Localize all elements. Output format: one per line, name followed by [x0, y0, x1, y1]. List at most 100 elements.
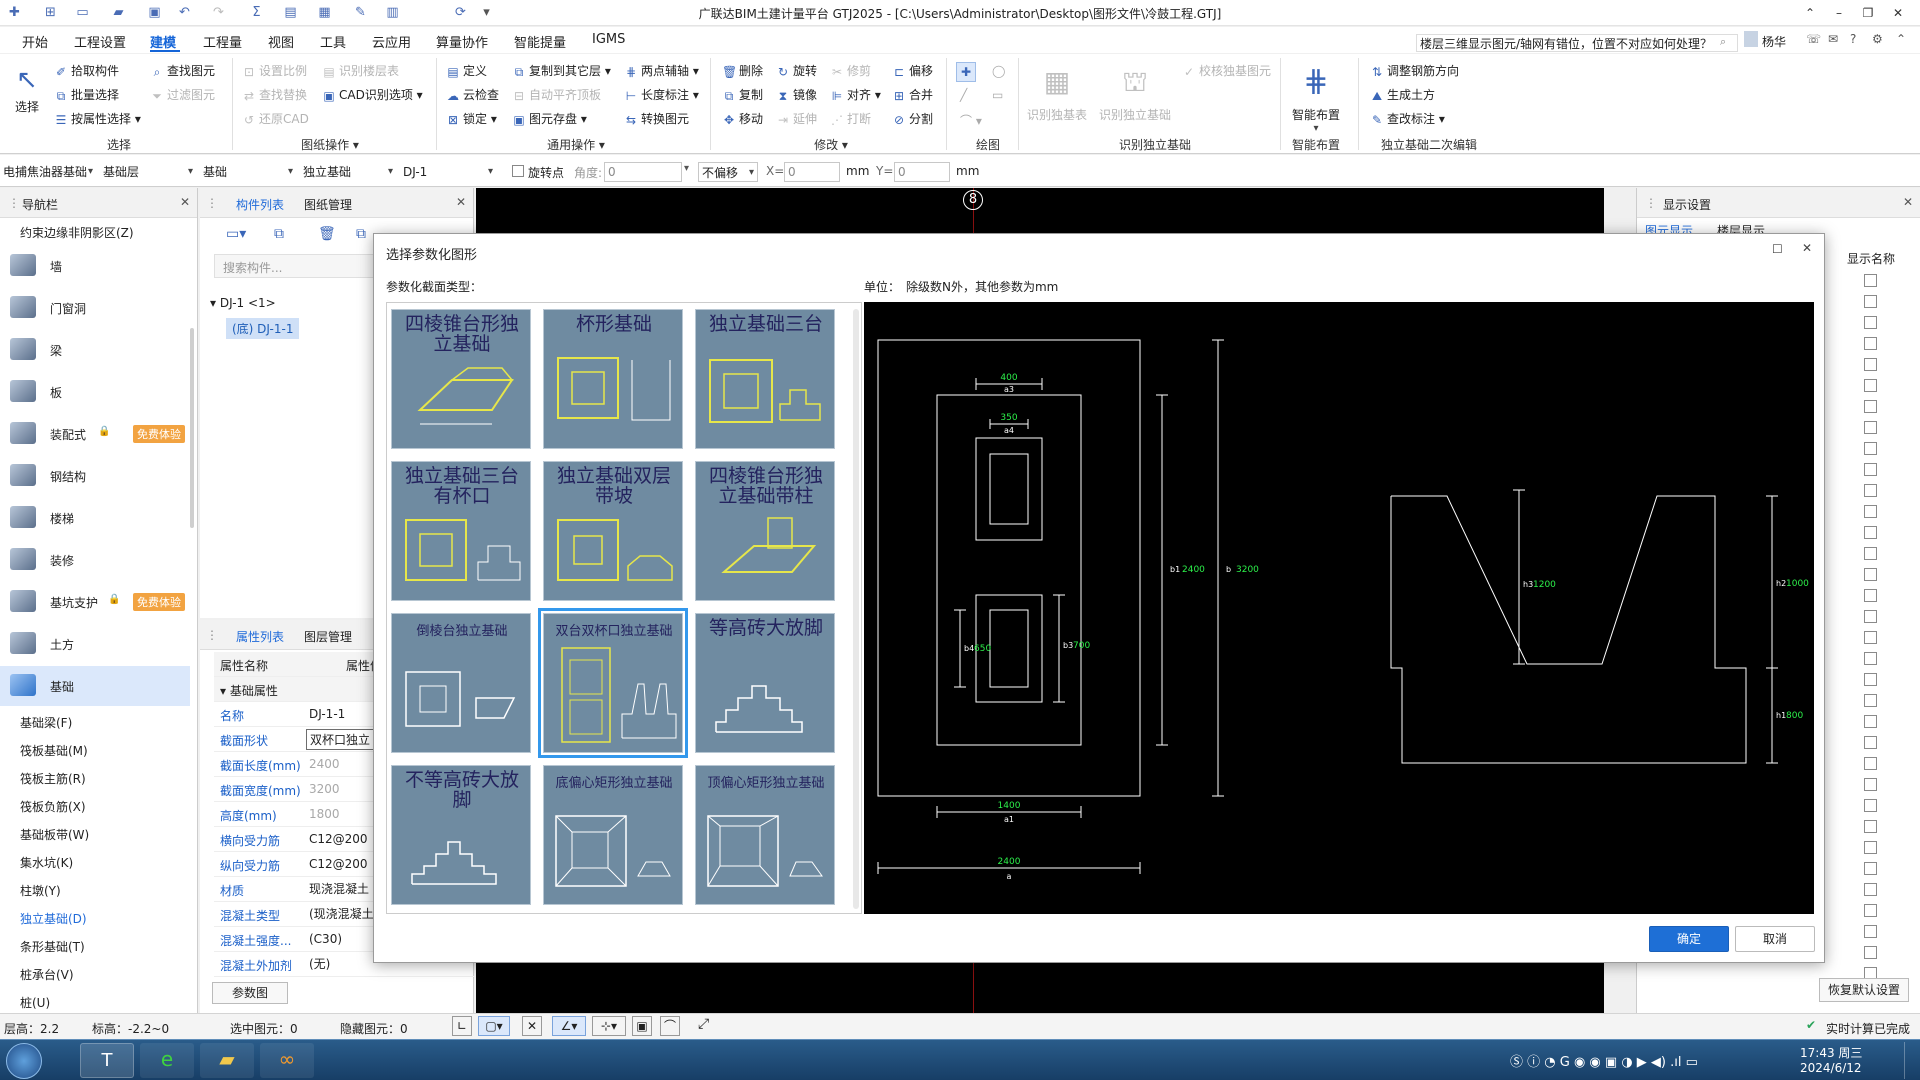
prop-value[interactable]: C12@200 [306, 854, 378, 875]
nav-category-earthwork[interactable]: 土方 [0, 624, 190, 664]
nav-category-steel[interactable]: 钢结构 [0, 456, 190, 496]
drag-handle-icon[interactable]: ⋮ [206, 628, 218, 642]
prop-value[interactable]: 1800 [306, 804, 378, 825]
prop-value[interactable]: C12@200 [306, 829, 378, 850]
trim-button[interactable]: ✂ 修剪 [830, 62, 871, 80]
component-select[interactable]: DJ-1 [400, 162, 496, 182]
display-checkbox[interactable] [1864, 862, 1877, 875]
display-checkbox[interactable] [1864, 652, 1877, 665]
category-select[interactable]: 基础 [200, 162, 296, 182]
display-checkbox[interactable] [1864, 400, 1877, 413]
customize-icon[interactable]: ▾ [478, 4, 495, 21]
arc-draw-icon[interactable]: ⌒ ▾ [960, 112, 982, 129]
subitem-strip-footing[interactable]: 条形基础(T) [20, 938, 85, 955]
convert-element-button[interactable]: ⇆ 转换图元 [624, 110, 689, 128]
arc-snap-icon[interactable]: ⌒ [660, 1016, 680, 1036]
save-icon[interactable]: ▣ [146, 4, 163, 21]
drag-handle-icon[interactable]: ⋮ [206, 196, 218, 210]
tab-collab[interactable]: 算量协作 [436, 32, 488, 51]
adjust-rebar-button[interactable]: ⇅ 调整钢筋方向 [1370, 62, 1459, 80]
object-snap-icon[interactable]: ▣ [632, 1016, 652, 1036]
help-search-input[interactable]: 楼层三维显示图元/轴网有错位，位置不对应如何处理？ [1416, 34, 1738, 52]
ortho-icon[interactable]: ∟ [452, 1016, 472, 1036]
circle-draw-icon[interactable]: ◯ [992, 64, 1005, 78]
gallery-scrollbar[interactable] [853, 309, 859, 909]
free-trial-badge[interactable]: 免费体验 [133, 425, 185, 443]
expand-icon[interactable]: ⤢ [698, 1016, 709, 1032]
prop-value[interactable]: (现浇混凝土) [306, 904, 378, 925]
maximize-icon[interactable]: ☐ [1772, 242, 1783, 256]
align-button[interactable]: ⊫ 对齐 ▾ [830, 86, 881, 104]
taskbar-folder-icon[interactable]: ▰ [200, 1043, 254, 1078]
phone-icon[interactable]: ☏ [1806, 32, 1821, 46]
shape-thumb-frustum-column[interactable]: 四棱锥台形独立基础带柱 [695, 461, 835, 601]
recognize-table-button[interactable]: ▦ 识别独基表 [1022, 58, 1092, 123]
select-by-attr-button[interactable]: ☰ 按属性选择 ▾ [54, 110, 141, 128]
nav-category-stairs[interactable]: 楼梯 [0, 498, 190, 538]
tab-project-settings[interactable]: 工程设置 [74, 32, 126, 51]
blank-page-icon[interactable]: ▭ [74, 4, 91, 21]
delete-component-icon[interactable]: 🗑 [318, 226, 336, 242]
shape-thumb-three-tier[interactable]: 独立基础三台 [695, 309, 835, 449]
shape-thumb-double-slope[interactable]: 独立基础双层带坡 [543, 461, 683, 601]
rect-draw-icon[interactable]: ▭ [992, 88, 1003, 102]
nav-category-openings[interactable]: 门窗洞 [0, 288, 190, 328]
undo-icon[interactable]: ↶ [176, 4, 193, 21]
cross-snap-icon[interactable]: ✕ [522, 1016, 542, 1036]
tab-quantities[interactable]: 工程量 [203, 32, 242, 51]
collapse-icon[interactable]: ⌃ [1896, 32, 1906, 46]
grid-icon[interactable]: ▦ [316, 4, 333, 21]
component-tree-root[interactable]: ▾ DJ-1 <1> [210, 296, 276, 310]
display-checkbox[interactable] [1864, 820, 1877, 833]
tab-view[interactable]: 视图 [268, 32, 294, 51]
tray-icons[interactable]: Ⓢ ⓘ ◔ G ◉ ◉ ▣ ◑ ▶ ◀) .ıl ▭ [1510, 1051, 1698, 1070]
tab-modeling[interactable]: 建模 [150, 32, 176, 51]
break-button[interactable]: ⋰ 打断 [830, 110, 871, 128]
x-input[interactable]: 0 [784, 162, 840, 182]
component-tree-child[interactable]: (底) DJ-1-1 [226, 318, 300, 339]
subitem-sump[interactable]: 集水坑(K) [20, 854, 73, 871]
display-checkbox[interactable] [1864, 736, 1877, 749]
display-checkbox[interactable] [1864, 589, 1877, 602]
drag-handle-icon[interactable]: ⋮ [8, 196, 20, 210]
display-checkbox[interactable] [1864, 547, 1877, 560]
define-button[interactable]: ▤ 定义 [446, 62, 487, 80]
subitem-column-pier[interactable]: 柱墩(Y) [20, 882, 61, 899]
tab-tools[interactable]: 工具 [320, 32, 346, 51]
prop-value[interactable]: 现浇混凝土 [306, 879, 378, 900]
shape-thumb-unequal-brick[interactable]: 不等高砖大放脚 [391, 765, 531, 905]
prop-value[interactable]: 双杯口独立 [306, 729, 378, 750]
tab-start[interactable]: 开始 [22, 32, 48, 51]
ok-button[interactable]: 确定 [1649, 926, 1729, 952]
copy-component-icon[interactable]: ⧉ [274, 226, 284, 242]
close-icon[interactable]: ✕ [1886, 3, 1910, 23]
display-checkbox[interactable] [1864, 715, 1877, 728]
display-checkbox[interactable] [1864, 505, 1877, 518]
offset-select[interactable]: 不偏移 [698, 162, 758, 183]
start-button[interactable] [6, 1043, 42, 1079]
open-folder-icon[interactable]: ▰ [110, 4, 127, 21]
copy-to-floor-button[interactable]: ⧉ 复制到其它层 ▾ [512, 62, 611, 80]
recognize-floor-table-button[interactable]: ▤ 识别楼层表 [322, 62, 399, 80]
snap-rect-icon[interactable]: ▢▾ [478, 1016, 510, 1036]
search-icon[interactable]: ⌕ [1720, 35, 1726, 49]
line-draw-icon[interactable]: ╱ [960, 88, 967, 102]
copy-button[interactable]: ⧉ 复制 [722, 86, 763, 104]
minimize-icon[interactable]: – [1827, 3, 1851, 23]
complist-close-icon[interactable]: ✕ [456, 195, 466, 209]
prop-value[interactable]: 3200 [306, 779, 378, 800]
display-checkbox[interactable] [1864, 463, 1877, 476]
shape-thumb-double-cup-selected[interactable]: 双台双杯口独立基础 [538, 608, 688, 758]
cancel-button[interactable]: 取消 [1735, 926, 1815, 952]
nav-close-icon[interactable]: ✕ [180, 195, 190, 209]
nav-category-decoration[interactable]: 装修 [0, 540, 190, 580]
display-checkbox[interactable] [1864, 610, 1877, 623]
tab-component-list[interactable]: 构件列表 [236, 196, 284, 213]
subitem-slab-band[interactable]: 基础板带(W) [20, 826, 89, 843]
taskbar-browser-icon[interactable]: e [140, 1043, 194, 1078]
display-checkbox[interactable] [1864, 925, 1877, 938]
display-checkbox[interactable] [1864, 631, 1877, 644]
mirror-button[interactable]: ⧗ 镜像 [776, 86, 817, 104]
table-icon[interactable]: ▥ [384, 4, 401, 21]
y-input[interactable]: 0 [894, 162, 950, 182]
